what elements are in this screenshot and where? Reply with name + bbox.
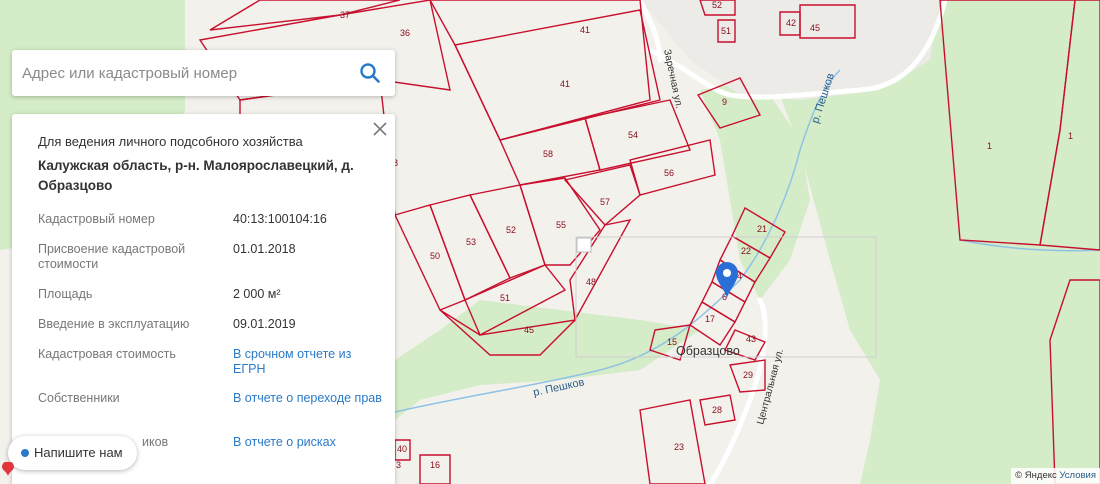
plot-number: 37 <box>340 10 350 20</box>
plot-number: 29 <box>743 370 753 380</box>
commissioning-label: Введение в эксплуатацию <box>38 317 190 331</box>
plot-number: 41 <box>580 25 590 35</box>
plot-number: 53 <box>466 237 476 247</box>
valuation-date-label: Присвоение кадастровой стоимости <box>38 242 186 271</box>
owners-link[interactable]: В отчете о переходе прав <box>233 391 383 406</box>
plot-number: 1 <box>1068 131 1073 141</box>
area-value: 2 000 м² <box>233 287 281 301</box>
plot-number: 51 <box>500 293 510 303</box>
cadastral-value-link[interactable]: В срочном отчете из ЕГРН <box>233 347 383 377</box>
plot-number: 50 <box>430 251 440 261</box>
plot-number: 43 <box>746 334 756 344</box>
plot-number: 22 <box>741 246 751 256</box>
broken-image-icon <box>576 237 592 253</box>
search-icon[interactable] <box>359 62 381 84</box>
commissioning-value: 09.01.2019 <box>233 317 296 331</box>
parcel-category: Для ведения личного подсобного хозяйства <box>38 134 303 149</box>
plot-number: 52 <box>506 225 516 235</box>
cadastral-number-label: Кадастровый номер <box>38 212 155 226</box>
plot-number: 17 <box>705 314 715 324</box>
chat-button-label: Напишите нам <box>34 445 123 460</box>
plot-number: 28 <box>712 405 722 415</box>
plot-number: 57 <box>600 197 610 207</box>
chat-button[interactable]: Напишите нам <box>8 436 137 470</box>
plot-number: 56 <box>664 168 674 178</box>
close-icon[interactable] <box>373 122 387 136</box>
plot-number: 41 <box>560 79 570 89</box>
plot-number: 58 <box>543 149 553 159</box>
owners-label: Собственники <box>38 391 120 405</box>
plot-number: 52 <box>712 0 722 10</box>
plot-number: 51 <box>721 26 731 36</box>
plot-number: 45 <box>524 325 534 335</box>
terms-link[interactable]: Условия <box>1059 470 1096 481</box>
valuation-date-value: 01.01.2018 <box>233 242 296 256</box>
plot-number: 9 <box>722 97 727 107</box>
plot-number: 40 <box>397 444 407 454</box>
plot-number: 48 <box>586 277 596 287</box>
search-input[interactable] <box>22 50 342 96</box>
attribution-text: © Яндекс <box>1015 470 1057 481</box>
chat-dot-icon <box>21 449 29 457</box>
small-pin-icon <box>2 462 14 476</box>
plot-number: 55 <box>556 220 566 230</box>
search-bar <box>12 50 395 96</box>
plot-number: 23 <box>674 442 684 452</box>
cadastral-number-value: 40:13:100104:16 <box>233 212 327 226</box>
plot-number: 36 <box>400 28 410 38</box>
plot-number: 16 <box>430 460 440 470</box>
encumbrances-link[interactable]: В отчете о рисках <box>233 435 383 450</box>
plot-number: 45 <box>810 23 820 33</box>
parcel-address: Калужская область, р-н. Малоярославецкий… <box>38 158 354 193</box>
village-label: Образцово <box>676 344 740 358</box>
cadastral-value-label: Кадастровая стоимость <box>38 347 176 361</box>
area-label: Площадь <box>38 287 93 301</box>
parcel-info-card: Для ведения личного подсобного хозяйства… <box>12 114 395 484</box>
plot-number: 3 <box>396 460 401 470</box>
plot-number: 21 <box>757 224 767 234</box>
plot-number: 42 <box>786 18 796 28</box>
map-attribution: © Яндекс Условия <box>1011 468 1100 484</box>
plot-number: 1 <box>987 141 992 151</box>
plot-number: 54 <box>628 130 638 140</box>
